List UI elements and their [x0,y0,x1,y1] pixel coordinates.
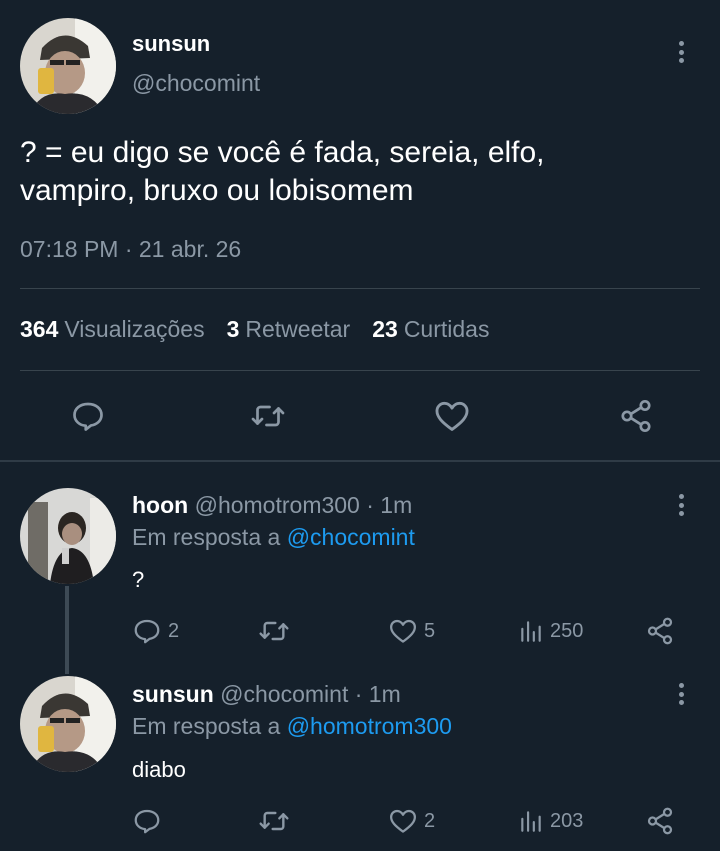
reply-count: 2 [168,619,180,642]
likes-stat[interactable]: 23 Curtidas [372,316,489,343]
share-icon [647,807,673,835]
more-options-icon[interactable] [671,679,691,709]
heart-icon [435,401,469,431]
views-button[interactable]: 203 [518,805,583,837]
author-name[interactable]: sunsun [132,31,210,57]
avatar[interactable] [20,18,116,114]
heart-icon [390,809,416,833]
more-options-icon[interactable] [671,490,691,520]
tweet-timestamp: 07:18 PM · 21 abr. 26 [20,236,242,262]
likes-label: Curtidas [403,316,490,342]
tweet-text-line: vampiro, bruxo ou lobisomem [20,174,414,207]
divider [20,370,700,371]
retweets-stat[interactable]: 3 Retweetar [227,316,351,343]
reply-to-link[interactable]: @chocomint [287,524,415,550]
reply-to-link[interactable]: @homotrom300 [287,713,452,739]
reply-button[interactable]: 2 [132,615,179,647]
author-name[interactable]: sunsun [132,681,214,707]
share-button[interactable] [612,392,660,440]
views-chart-icon [521,621,541,642]
reply-icon [134,809,160,834]
reply-button[interactable] [64,392,112,440]
views-count: 250 [550,619,584,642]
views-button[interactable]: 250 [518,615,583,647]
retweet-button[interactable] [258,615,296,647]
retweet-icon [259,811,289,831]
author-handle-time[interactable]: @chocomint · 1m [220,681,401,707]
like-button[interactable] [428,392,476,440]
views-chart-icon [521,811,541,832]
retweets-count: 3 [226,316,240,342]
reply-text: diabo [132,757,186,782]
share-icon [621,399,651,433]
views-label: Visualizações [64,316,205,342]
reply-icon [73,402,103,431]
reply-button[interactable] [132,805,168,837]
retweet-button[interactable] [258,805,296,837]
reply-context-label: Em resposta a [132,713,281,739]
views-count: 364 [20,316,59,342]
share-icon [647,617,673,645]
heart-icon [390,619,416,643]
retweet-icon [259,621,289,641]
views-count: 203 [550,809,584,832]
reply-actions: 2 5 250 [0,615,720,647]
views-stat[interactable]: 364 Visualizações [20,316,205,343]
avatar[interactable] [20,676,116,772]
divider [20,288,700,289]
reply-text: ? [132,567,145,592]
share-button[interactable] [645,615,675,647]
tweet-actions [0,392,720,440]
tweet-stats: 364 Visualizações 3 Retweetar 23 Curtidas [20,316,489,343]
tweet-text: ? = eu digo se você é fada, sereia, elfo… [20,134,700,210]
tweet-text-line: ? = eu digo se você é fada, sereia, elfo… [20,136,545,169]
reply-context-label: Em resposta a [132,524,281,550]
avatar[interactable] [20,488,116,584]
more-options-icon[interactable] [671,37,691,67]
like-button[interactable]: 2 [388,805,435,837]
retweet-button[interactable] [244,392,292,440]
author-handle-time[interactable]: @homotrom300 · 1m [195,492,413,518]
likes-count: 23 [372,316,398,342]
share-button[interactable] [645,805,675,837]
reply-icon [134,619,160,644]
like-count: 2 [424,809,436,832]
reply-actions: 2 203 [0,805,720,837]
author-name[interactable]: hoon [132,492,188,518]
author-handle[interactable]: @chocomint [132,70,260,97]
section-divider [0,460,720,462]
like-button[interactable]: 5 [388,615,435,647]
retweet-icon [251,405,285,427]
retweets-label: Retweetar [245,316,351,342]
like-count: 5 [424,619,436,642]
